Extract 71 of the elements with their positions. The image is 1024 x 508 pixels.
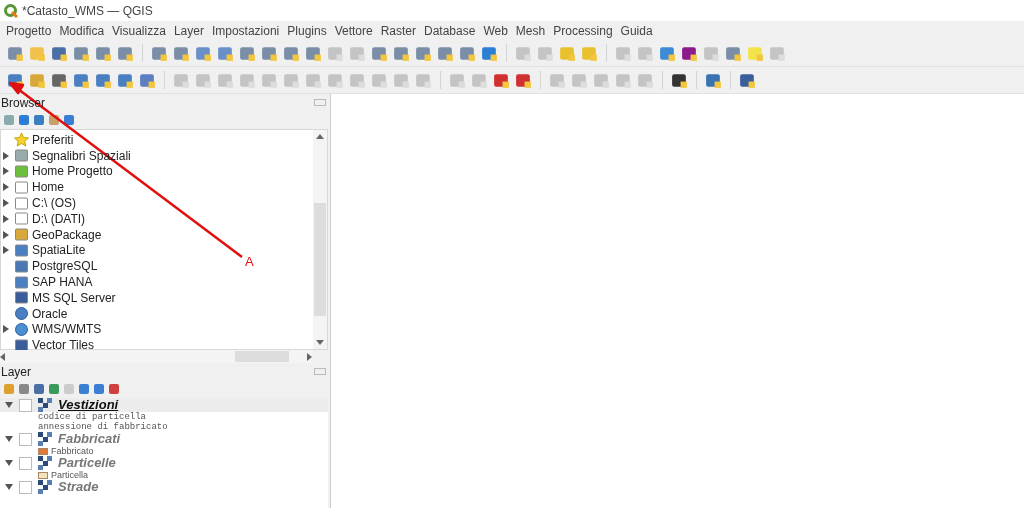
layer-row[interactable]: Particelle xyxy=(0,456,328,470)
browser-item[interactable]: Vector Tiles xyxy=(32,338,95,353)
dock-buttons-icon[interactable] xyxy=(314,368,326,375)
layer-checkbox[interactable] xyxy=(19,432,32,446)
star-icon xyxy=(14,132,29,148)
browser-item[interactable]: D:\ (DATI) xyxy=(32,211,86,226)
layer-row[interactable]: Fabbricati xyxy=(0,432,328,446)
expand-arrow-icon[interactable] xyxy=(3,246,9,255)
raster-layer-icon xyxy=(38,480,52,494)
browser-item[interactable]: SAP HANA xyxy=(32,275,93,290)
layer-checkbox[interactable] xyxy=(19,456,32,470)
window-title: *Catasto_WMS — QGIS xyxy=(22,3,153,18)
panel-title: Layer xyxy=(1,364,32,379)
legend-label: annessione di fabbricato xyxy=(38,422,168,432)
scrollbar-thumb[interactable] xyxy=(314,203,326,316)
menu-item[interactable]: Web xyxy=(483,23,508,38)
menu-item[interactable]: Impostazioni xyxy=(211,23,280,38)
scroll-down-icon[interactable] xyxy=(316,340,324,345)
menu-item[interactable]: Modifica xyxy=(59,23,105,38)
legend-label: Particella xyxy=(51,470,88,480)
raster-layer-icon xyxy=(38,432,52,446)
browser-item[interactable]: C:\ (OS) xyxy=(32,196,76,211)
layer-name: Fabbricati xyxy=(58,432,121,446)
menu-item[interactable]: Progetto xyxy=(6,23,52,38)
raster-layer-icon xyxy=(38,398,52,412)
browser-item[interactable]: Preferiti xyxy=(32,132,74,147)
expand-arrow-icon[interactable] xyxy=(3,183,9,192)
collapse-arrow-icon[interactable] xyxy=(5,435,13,443)
menu-item[interactable]: Vettore xyxy=(334,23,373,38)
browser-item[interactable]: PostgreSQL xyxy=(32,259,98,274)
layer-row[interactable]: Strade xyxy=(0,480,328,494)
app-logo-icon xyxy=(4,3,18,18)
annotation-label: A xyxy=(245,254,254,269)
layer-name: Vestizioni xyxy=(58,398,119,412)
browser-item[interactable]: GeoPackage xyxy=(32,227,102,242)
layer-name: Strade xyxy=(58,480,99,494)
menu-item[interactable]: Processing xyxy=(553,23,613,38)
layer-checkbox[interactable] xyxy=(19,480,32,494)
scroll-left-icon[interactable] xyxy=(0,352,5,361)
browser-item[interactable]: Home Progetto xyxy=(32,164,113,179)
menu-item[interactable]: Guida xyxy=(620,23,653,38)
menu-item[interactable]: Database xyxy=(424,23,476,38)
menu-item[interactable]: Layer xyxy=(173,23,204,38)
expand-arrow-icon[interactable] xyxy=(3,325,9,334)
layer-checkbox[interactable] xyxy=(19,398,32,412)
legend-label: codice di particella xyxy=(38,412,147,422)
scroll-right-icon[interactable] xyxy=(307,352,312,361)
scroll-up-icon[interactable] xyxy=(316,134,324,139)
collapse-arrow-icon[interactable] xyxy=(5,459,13,467)
scrollbar-thumb[interactable] xyxy=(235,351,289,362)
browser-item[interactable]: SpatiaLite xyxy=(32,243,86,258)
dock-buttons-icon[interactable] xyxy=(314,99,326,106)
browser-item[interactable]: MS SQL Server xyxy=(32,290,116,305)
browser-item[interactable]: WMS/WMTS xyxy=(32,322,102,337)
collapse-arrow-icon[interactable] xyxy=(5,401,13,409)
expand-arrow-icon[interactable] xyxy=(3,214,9,223)
expand-arrow-icon[interactable] xyxy=(3,167,9,176)
menu-item[interactable]: Visualizza xyxy=(112,23,166,38)
browser-item[interactable]: Home xyxy=(32,180,64,195)
collapse-arrow-icon[interactable] xyxy=(5,483,13,491)
legend-label: Fabbricato xyxy=(51,446,94,456)
expand-arrow-icon[interactable] xyxy=(3,199,9,208)
menu-item[interactable]: Mesh xyxy=(515,23,546,38)
menu-item[interactable]: Plugins xyxy=(287,23,327,38)
layer-row[interactable]: Vestizioni xyxy=(0,398,328,412)
raster-layer-icon xyxy=(38,456,52,470)
expand-arrow-icon[interactable] xyxy=(3,151,9,160)
expand-arrow-icon[interactable] xyxy=(3,230,9,239)
browser-item[interactable]: Oracle xyxy=(32,306,68,321)
layer-name: Particelle xyxy=(58,456,116,470)
menu-item[interactable]: Raster xyxy=(380,23,416,38)
